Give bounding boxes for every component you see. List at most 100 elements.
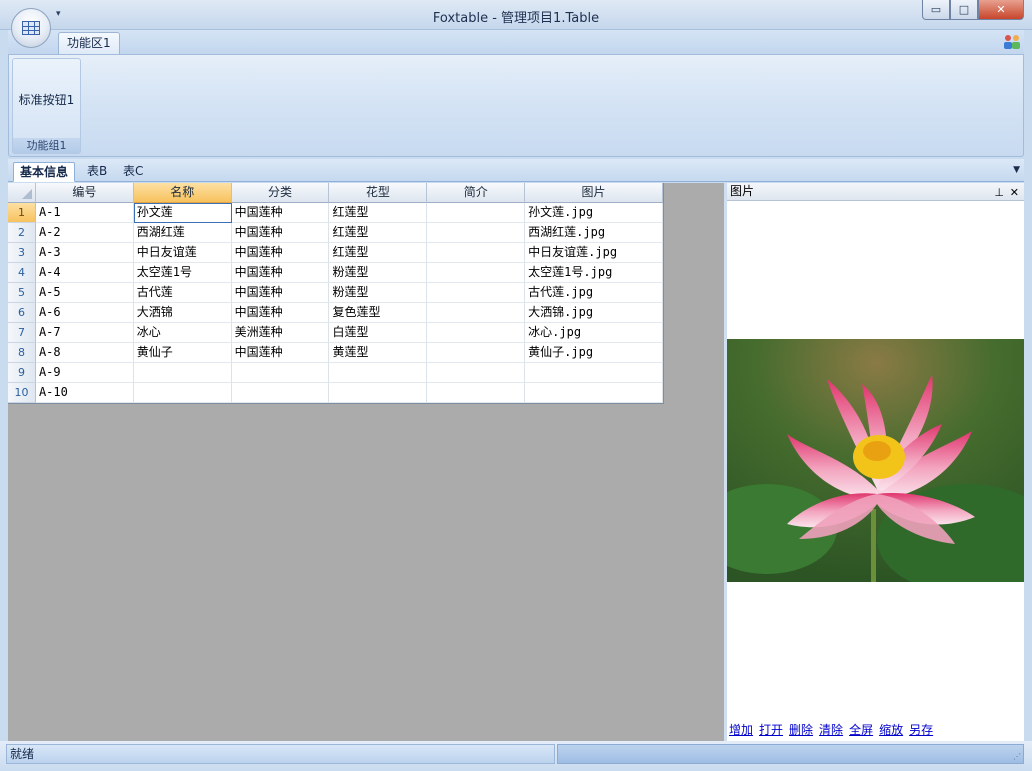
cell-description[interactable] [427, 363, 526, 383]
cell-picture[interactable]: 太空莲1号.jpg [525, 263, 663, 283]
cell-category[interactable]: 美洲莲种 [231, 323, 330, 343]
tab-list-dropdown-icon[interactable]: ▼ [1013, 165, 1020, 175]
cell-name[interactable]: 古代莲 [133, 283, 232, 303]
cell-category[interactable]: 中国莲种 [231, 243, 330, 263]
cell-category[interactable] [231, 363, 330, 383]
row-header[interactable]: 8 [8, 343, 36, 363]
open-picture-link[interactable]: 打开 [759, 721, 783, 738]
row-header[interactable]: 6 [8, 303, 36, 323]
cell-number[interactable]: A-4 [35, 263, 134, 283]
cell-flower-type[interactable]: 粉莲型 [329, 263, 428, 283]
cell-flower-type[interactable] [329, 383, 428, 403]
clear-picture-link[interactable]: 清除 [819, 721, 843, 738]
cell-number[interactable]: A-1 [35, 203, 134, 223]
column-header-description[interactable]: 简介 [427, 183, 526, 203]
cell-flower-type[interactable]: 粉莲型 [329, 283, 428, 303]
minimize-button[interactable]: ▭ [922, 0, 950, 20]
cell-picture[interactable]: 中日友谊莲.jpg [525, 243, 663, 263]
ribbon-tab-function-area-1[interactable]: 功能区1 [58, 32, 120, 54]
column-header-number[interactable]: 编号 [35, 183, 134, 203]
resize-grip-icon[interactable]: ⋰ [1013, 752, 1021, 761]
close-button[interactable]: ✕ [978, 0, 1024, 20]
cell-flower-type[interactable]: 红莲型 [329, 223, 428, 243]
cell-description[interactable] [427, 243, 526, 263]
add-picture-link[interactable]: 增加 [729, 721, 753, 738]
cell-description[interactable] [427, 323, 526, 343]
cell-picture[interactable] [525, 363, 663, 383]
cell-flower-type[interactable]: 黄莲型 [329, 343, 428, 363]
cell-category[interactable]: 中国莲种 [231, 203, 330, 223]
select-all-corner[interactable] [8, 183, 36, 203]
close-icon[interactable]: ✕ [1010, 184, 1019, 201]
data-grid[interactable]: 编号 名称 分类 花型 简介 图片 1 A-1 孙文莲 中国莲种 红莲型 孙文莲… [8, 183, 664, 404]
cell-name[interactable]: 大洒锦 [133, 303, 232, 323]
tab-table-c[interactable]: 表C [117, 162, 149, 182]
row-header[interactable]: 2 [8, 223, 36, 243]
row-header[interactable]: 3 [8, 243, 36, 263]
cell-number[interactable]: A-10 [35, 383, 134, 403]
cell-category[interactable]: 中国莲种 [231, 283, 330, 303]
cell-picture[interactable]: 大洒锦.jpg [525, 303, 663, 323]
cell-name[interactable]: 黄仙子 [133, 343, 232, 363]
cell-name[interactable]: 太空莲1号 [133, 263, 232, 283]
maximize-button[interactable]: □ [950, 0, 978, 20]
fullscreen-picture-link[interactable]: 全屏 [849, 721, 873, 738]
cell-category[interactable]: 中国莲种 [231, 223, 330, 243]
cell-description[interactable] [427, 343, 526, 363]
cell-flower-type[interactable]: 白莲型 [329, 323, 428, 343]
cell-name[interactable] [133, 363, 232, 383]
cell-description[interactable] [427, 263, 526, 283]
cell-flower-type[interactable]: 红莲型 [329, 243, 428, 263]
cell-flower-type[interactable]: 红莲型 [329, 203, 428, 223]
tab-table-b[interactable]: 表B [81, 162, 113, 182]
save-as-picture-link[interactable]: 另存 [909, 721, 933, 738]
cell-name[interactable]: 孙文莲 [133, 203, 232, 223]
standard-button-1[interactable]: 标准按钮1 [13, 59, 80, 139]
lotus-flower-image [727, 339, 1024, 582]
column-header-category[interactable]: 分类 [231, 183, 330, 203]
cell-picture[interactable] [525, 383, 663, 403]
application-menu-button[interactable] [11, 8, 51, 48]
cell-picture[interactable]: 古代莲.jpg [525, 283, 663, 303]
cell-picture[interactable]: 西湖红莲.jpg [525, 223, 663, 243]
cell-number[interactable]: A-8 [35, 343, 134, 363]
cell-picture[interactable]: 冰心.jpg [525, 323, 663, 343]
column-header-picture[interactable]: 图片 [525, 183, 663, 203]
cell-description[interactable] [427, 203, 526, 223]
zoom-picture-link[interactable]: 缩放 [879, 721, 903, 738]
cell-number[interactable]: A-5 [35, 283, 134, 303]
cell-number[interactable]: A-3 [35, 243, 134, 263]
pin-icon[interactable]: ⊥ [994, 184, 1004, 201]
cell-description[interactable] [427, 223, 526, 243]
cell-category[interactable] [231, 383, 330, 403]
cell-category[interactable]: 中国莲种 [231, 303, 330, 323]
cell-name[interactable] [133, 383, 232, 403]
cell-description[interactable] [427, 383, 526, 403]
row-header[interactable]: 7 [8, 323, 36, 343]
tab-basic-info[interactable]: 基本信息 [13, 162, 76, 182]
cell-picture[interactable]: 孙文莲.jpg [525, 203, 663, 223]
cell-flower-type[interactable]: 复色莲型 [329, 303, 428, 323]
users-icon[interactable] [1003, 34, 1021, 50]
delete-picture-link[interactable]: 删除 [789, 721, 813, 738]
row-header[interactable]: 4 [8, 263, 36, 283]
cell-number[interactable]: A-2 [35, 223, 134, 243]
cell-category[interactable]: 中国莲种 [231, 263, 330, 283]
cell-name[interactable]: 中日友谊莲 [133, 243, 232, 263]
cell-picture[interactable]: 黄仙子.jpg [525, 343, 663, 363]
cell-number[interactable]: A-7 [35, 323, 134, 343]
row-header[interactable]: 10 [8, 383, 36, 403]
row-header[interactable]: 9 [8, 363, 36, 383]
row-header[interactable]: 1 [8, 203, 36, 223]
cell-category[interactable]: 中国莲种 [231, 343, 330, 363]
cell-name[interactable]: 冰心 [133, 323, 232, 343]
cell-number[interactable]: A-9 [35, 363, 134, 383]
cell-description[interactable] [427, 303, 526, 323]
row-header[interactable]: 5 [8, 283, 36, 303]
column-header-name[interactable]: 名称 [133, 183, 232, 203]
cell-description[interactable] [427, 283, 526, 303]
cell-name[interactable]: 西湖红莲 [133, 223, 232, 243]
cell-number[interactable]: A-6 [35, 303, 134, 323]
column-header-flower-type[interactable]: 花型 [329, 183, 428, 203]
cell-flower-type[interactable] [329, 363, 428, 383]
